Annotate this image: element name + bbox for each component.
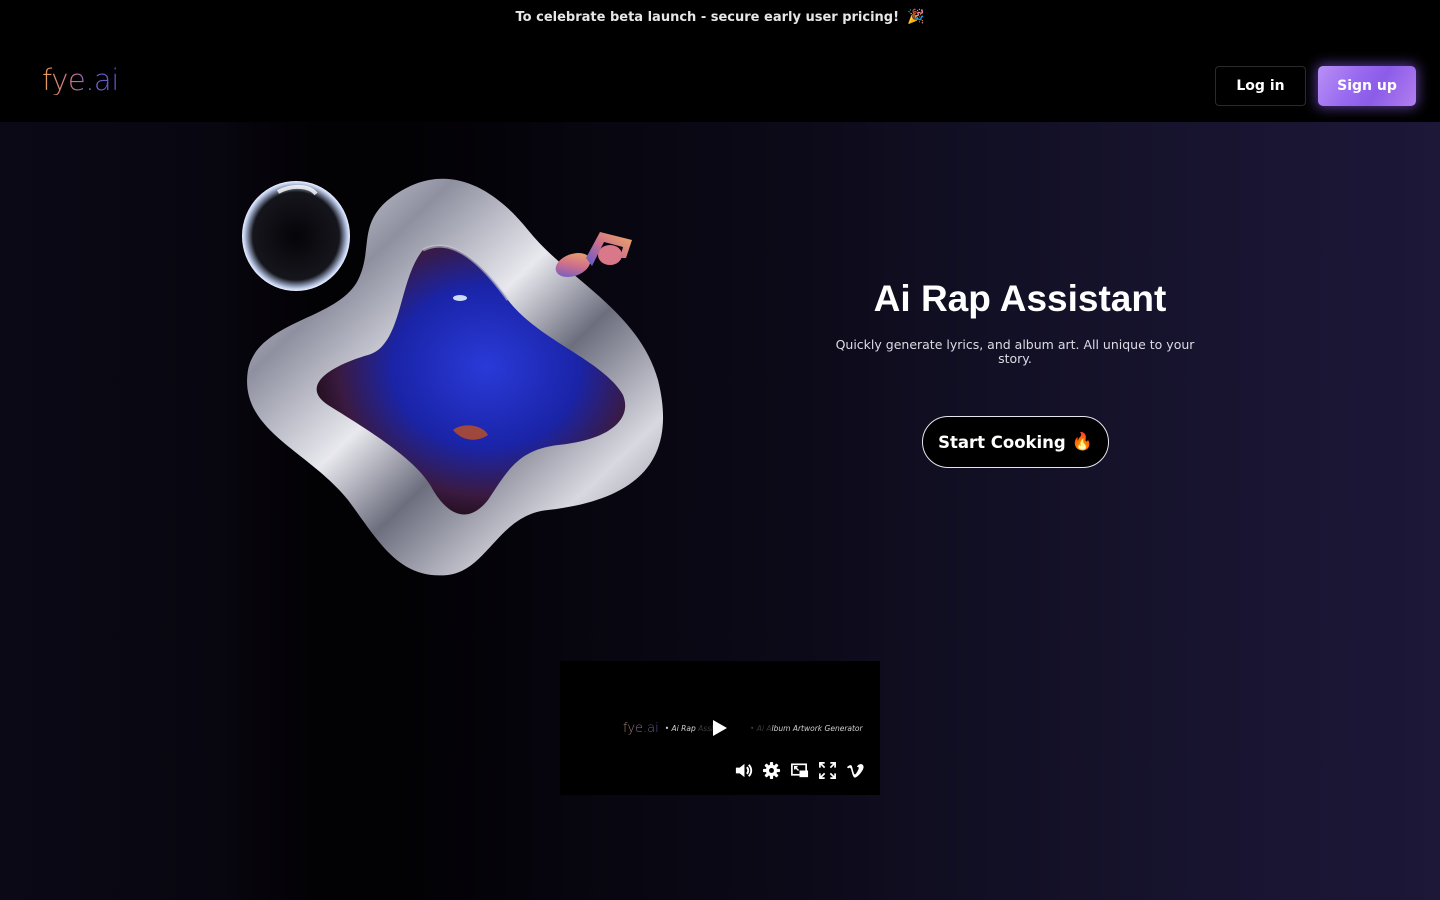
party-popper-icon: 🎉 xyxy=(907,9,925,25)
video-caption-2-dim: • Ai A xyxy=(750,723,772,733)
volume-icon xyxy=(735,763,753,778)
video-controls xyxy=(734,761,865,780)
fire-icon: 🔥 xyxy=(1071,432,1093,452)
video-caption-2: • Ai Album Artwork Generator xyxy=(750,724,863,733)
fullscreen-button[interactable] xyxy=(818,761,837,780)
announcement-text: To celebrate beta launch - secure early … xyxy=(515,9,900,25)
vimeo-button[interactable] xyxy=(846,761,865,780)
logo[interactable]: fye.ai xyxy=(42,66,119,95)
settings-button[interactable] xyxy=(762,761,781,780)
site-header: fye.ai Log in Sign up xyxy=(0,34,1440,122)
video-title-card: fye.ai • Ai Rap Assist • Ai Album Artwor… xyxy=(623,717,863,739)
picture-in-picture-button[interactable] xyxy=(790,761,809,780)
vimeo-icon xyxy=(846,764,864,778)
announcement-bar: To celebrate beta launch - secure early … xyxy=(0,0,1440,34)
music-note-icon xyxy=(555,232,632,278)
picture-in-picture-icon xyxy=(791,763,809,778)
start-cooking-button[interactable]: Start Cooking 🔥 xyxy=(922,416,1109,468)
video-logo: fye.ai xyxy=(623,720,659,736)
start-cooking-label: Start Cooking xyxy=(938,432,1066,452)
fullscreen-icon xyxy=(819,762,836,779)
settings-icon xyxy=(762,761,781,780)
hero-subtitle: Quickly generate lyrics, and album art. … xyxy=(835,337,1195,366)
signup-button[interactable]: Sign up xyxy=(1318,66,1416,106)
login-button[interactable]: Log in xyxy=(1215,66,1306,106)
video-caption-2-text: lbum Artwork Generator xyxy=(771,723,863,733)
glass-bubble xyxy=(242,181,350,291)
play-icon[interactable] xyxy=(712,719,728,737)
video-player[interactable]: fye.ai • Ai Rap Assist • Ai Album Artwor… xyxy=(560,661,880,795)
hero-title: Ai Rap Assistant xyxy=(873,278,1167,319)
video-caption-1-text: • Ai Rap xyxy=(664,723,699,733)
hero-artwork xyxy=(242,178,664,576)
volume-button[interactable] xyxy=(734,761,753,780)
